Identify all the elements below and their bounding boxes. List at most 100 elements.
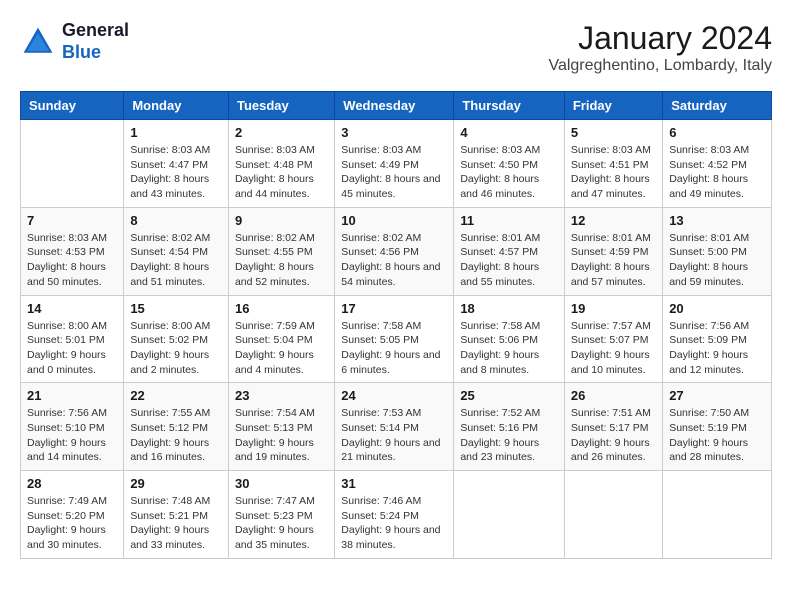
day-number: 27 bbox=[669, 388, 765, 403]
calendar-week-row: 1 Sunrise: 8:03 AMSunset: 4:47 PMDayligh… bbox=[21, 120, 772, 208]
calendar-day-cell: 28 Sunrise: 7:49 AMSunset: 5:20 PMDaylig… bbox=[21, 471, 124, 559]
page-subtitle: Valgreghentino, Lombardy, Italy bbox=[548, 57, 772, 75]
day-number: 31 bbox=[341, 476, 447, 491]
calendar-day-cell: 12 Sunrise: 8:01 AMSunset: 4:59 PMDaylig… bbox=[564, 207, 662, 295]
calendar-day-cell bbox=[564, 471, 662, 559]
logo-text: General Blue bbox=[62, 20, 129, 63]
day-number: 14 bbox=[27, 301, 117, 316]
day-info: Sunrise: 7:49 AMSunset: 5:20 PMDaylight:… bbox=[27, 494, 117, 553]
calendar-table: Sunday Monday Tuesday Wednesday Thursday… bbox=[20, 91, 772, 559]
calendar-day-cell: 22 Sunrise: 7:55 AMSunset: 5:12 PMDaylig… bbox=[124, 383, 229, 471]
day-info: Sunrise: 7:50 AMSunset: 5:19 PMDaylight:… bbox=[669, 406, 765, 465]
calendar-week-row: 21 Sunrise: 7:56 AMSunset: 5:10 PMDaylig… bbox=[21, 383, 772, 471]
calendar-day-cell bbox=[454, 471, 565, 559]
day-info: Sunrise: 8:00 AMSunset: 5:01 PMDaylight:… bbox=[27, 319, 117, 378]
header-tuesday: Tuesday bbox=[228, 92, 334, 120]
day-info: Sunrise: 7:53 AMSunset: 5:14 PMDaylight:… bbox=[341, 406, 447, 465]
logo-line2: Blue bbox=[62, 42, 101, 62]
calendar-day-cell: 10 Sunrise: 8:02 AMSunset: 4:56 PMDaylig… bbox=[335, 207, 454, 295]
weekday-header-row: Sunday Monday Tuesday Wednesday Thursday… bbox=[21, 92, 772, 120]
calendar-day-cell: 8 Sunrise: 8:02 AMSunset: 4:54 PMDayligh… bbox=[124, 207, 229, 295]
day-number: 4 bbox=[460, 125, 558, 140]
day-number: 10 bbox=[341, 213, 447, 228]
calendar-day-cell: 2 Sunrise: 8:03 AMSunset: 4:48 PMDayligh… bbox=[228, 120, 334, 208]
day-info: Sunrise: 7:54 AMSunset: 5:13 PMDaylight:… bbox=[235, 406, 328, 465]
day-info: Sunrise: 8:02 AMSunset: 4:55 PMDaylight:… bbox=[235, 231, 328, 290]
day-info: Sunrise: 8:03 AMSunset: 4:47 PMDaylight:… bbox=[130, 143, 222, 202]
day-number: 25 bbox=[460, 388, 558, 403]
day-info: Sunrise: 8:01 AMSunset: 4:59 PMDaylight:… bbox=[571, 231, 656, 290]
day-info: Sunrise: 8:01 AMSunset: 4:57 PMDaylight:… bbox=[460, 231, 558, 290]
calendar-day-cell: 6 Sunrise: 8:03 AMSunset: 4:52 PMDayligh… bbox=[663, 120, 772, 208]
logo: General Blue bbox=[20, 20, 129, 63]
day-info: Sunrise: 7:48 AMSunset: 5:21 PMDaylight:… bbox=[130, 494, 222, 553]
day-info: Sunrise: 8:03 AMSunset: 4:51 PMDaylight:… bbox=[571, 143, 656, 202]
day-info: Sunrise: 7:56 AMSunset: 5:10 PMDaylight:… bbox=[27, 406, 117, 465]
day-number: 29 bbox=[130, 476, 222, 491]
day-number: 28 bbox=[27, 476, 117, 491]
calendar-day-cell: 27 Sunrise: 7:50 AMSunset: 5:19 PMDaylig… bbox=[663, 383, 772, 471]
header-saturday: Saturday bbox=[663, 92, 772, 120]
day-info: Sunrise: 7:52 AMSunset: 5:16 PMDaylight:… bbox=[460, 406, 558, 465]
day-number: 1 bbox=[130, 125, 222, 140]
day-number: 24 bbox=[341, 388, 447, 403]
day-info: Sunrise: 7:55 AMSunset: 5:12 PMDaylight:… bbox=[130, 406, 222, 465]
header-thursday: Thursday bbox=[454, 92, 565, 120]
day-number: 19 bbox=[571, 301, 656, 316]
calendar-day-cell: 21 Sunrise: 7:56 AMSunset: 5:10 PMDaylig… bbox=[21, 383, 124, 471]
calendar-day-cell: 5 Sunrise: 8:03 AMSunset: 4:51 PMDayligh… bbox=[564, 120, 662, 208]
calendar-week-row: 7 Sunrise: 8:03 AMSunset: 4:53 PMDayligh… bbox=[21, 207, 772, 295]
calendar-day-cell: 16 Sunrise: 7:59 AMSunset: 5:04 PMDaylig… bbox=[228, 295, 334, 383]
day-number: 6 bbox=[669, 125, 765, 140]
day-info: Sunrise: 8:03 AMSunset: 4:49 PMDaylight:… bbox=[341, 143, 447, 202]
calendar-day-cell: 31 Sunrise: 7:46 AMSunset: 5:24 PMDaylig… bbox=[335, 471, 454, 559]
day-number: 26 bbox=[571, 388, 656, 403]
day-number: 23 bbox=[235, 388, 328, 403]
day-number: 22 bbox=[130, 388, 222, 403]
calendar-day-cell: 14 Sunrise: 8:00 AMSunset: 5:01 PMDaylig… bbox=[21, 295, 124, 383]
day-info: Sunrise: 8:03 AMSunset: 4:48 PMDaylight:… bbox=[235, 143, 328, 202]
logo-icon bbox=[20, 24, 56, 60]
day-number: 17 bbox=[341, 301, 447, 316]
calendar-day-cell: 4 Sunrise: 8:03 AMSunset: 4:50 PMDayligh… bbox=[454, 120, 565, 208]
calendar-day-cell bbox=[21, 120, 124, 208]
calendar-day-cell: 11 Sunrise: 8:01 AMSunset: 4:57 PMDaylig… bbox=[454, 207, 565, 295]
calendar-day-cell: 15 Sunrise: 8:00 AMSunset: 5:02 PMDaylig… bbox=[124, 295, 229, 383]
header-sunday: Sunday bbox=[21, 92, 124, 120]
day-info: Sunrise: 7:46 AMSunset: 5:24 PMDaylight:… bbox=[341, 494, 447, 553]
calendar-day-cell: 3 Sunrise: 8:03 AMSunset: 4:49 PMDayligh… bbox=[335, 120, 454, 208]
day-info: Sunrise: 7:57 AMSunset: 5:07 PMDaylight:… bbox=[571, 319, 656, 378]
calendar-day-cell: 25 Sunrise: 7:52 AMSunset: 5:16 PMDaylig… bbox=[454, 383, 565, 471]
calendar-day-cell: 19 Sunrise: 7:57 AMSunset: 5:07 PMDaylig… bbox=[564, 295, 662, 383]
calendar-day-cell: 9 Sunrise: 8:02 AMSunset: 4:55 PMDayligh… bbox=[228, 207, 334, 295]
day-number: 5 bbox=[571, 125, 656, 140]
calendar-day-cell: 7 Sunrise: 8:03 AMSunset: 4:53 PMDayligh… bbox=[21, 207, 124, 295]
day-info: Sunrise: 8:00 AMSunset: 5:02 PMDaylight:… bbox=[130, 319, 222, 378]
header-wednesday: Wednesday bbox=[335, 92, 454, 120]
day-info: Sunrise: 8:02 AMSunset: 4:54 PMDaylight:… bbox=[130, 231, 222, 290]
day-number: 3 bbox=[341, 125, 447, 140]
calendar-day-cell: 18 Sunrise: 7:58 AMSunset: 5:06 PMDaylig… bbox=[454, 295, 565, 383]
day-number: 20 bbox=[669, 301, 765, 316]
header-friday: Friday bbox=[564, 92, 662, 120]
day-info: Sunrise: 7:59 AMSunset: 5:04 PMDaylight:… bbox=[235, 319, 328, 378]
day-number: 12 bbox=[571, 213, 656, 228]
day-number: 16 bbox=[235, 301, 328, 316]
page-header: General Blue January 2024 Valgreghentino… bbox=[20, 20, 772, 75]
day-number: 18 bbox=[460, 301, 558, 316]
calendar-day-cell: 13 Sunrise: 8:01 AMSunset: 5:00 PMDaylig… bbox=[663, 207, 772, 295]
day-info: Sunrise: 8:03 AMSunset: 4:50 PMDaylight:… bbox=[460, 143, 558, 202]
calendar-day-cell: 23 Sunrise: 7:54 AMSunset: 5:13 PMDaylig… bbox=[228, 383, 334, 471]
day-number: 11 bbox=[460, 213, 558, 228]
title-block: January 2024 Valgreghentino, Lombardy, I… bbox=[548, 20, 772, 75]
day-info: Sunrise: 8:01 AMSunset: 5:00 PMDaylight:… bbox=[669, 231, 765, 290]
calendar-week-row: 14 Sunrise: 8:00 AMSunset: 5:01 PMDaylig… bbox=[21, 295, 772, 383]
day-info: Sunrise: 8:02 AMSunset: 4:56 PMDaylight:… bbox=[341, 231, 447, 290]
day-number: 9 bbox=[235, 213, 328, 228]
day-info: Sunrise: 7:58 AMSunset: 5:05 PMDaylight:… bbox=[341, 319, 447, 378]
day-number: 30 bbox=[235, 476, 328, 491]
day-info: Sunrise: 8:03 AMSunset: 4:52 PMDaylight:… bbox=[669, 143, 765, 202]
day-number: 2 bbox=[235, 125, 328, 140]
day-number: 8 bbox=[130, 213, 222, 228]
day-number: 15 bbox=[130, 301, 222, 316]
